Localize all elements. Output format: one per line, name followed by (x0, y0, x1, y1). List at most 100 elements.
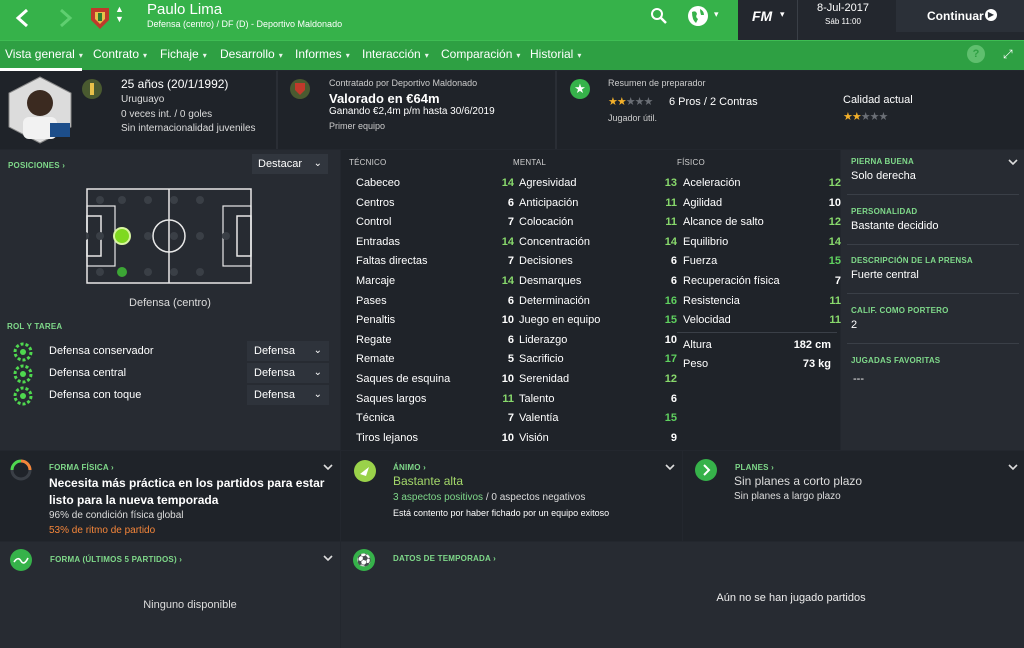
attribute-value: 10 (501, 314, 514, 327)
attribute-name[interactable]: Colocación (519, 213, 573, 232)
role-name[interactable]: Defensa conservador (49, 345, 154, 357)
positions-title[interactable]: POSICIONES › (8, 161, 65, 170)
globe-chevron-icon[interactable]: ▾ (714, 9, 719, 20)
coach-summary: Jugador útil. (608, 113, 658, 123)
attribute-value: 15 (664, 412, 677, 425)
attribute-name[interactable]: Fuerza (683, 252, 717, 271)
attribute-name[interactable]: Concentración (519, 233, 590, 252)
attribute-name[interactable]: Talento (519, 390, 554, 409)
fitness-gauge-icon (10, 459, 32, 481)
help-icon[interactable]: ? (967, 45, 985, 63)
attribute-name[interactable]: Remate (356, 350, 395, 369)
attribute-name[interactable]: Entradas (356, 233, 400, 252)
attribute-value: 13 (664, 177, 677, 189)
attribute-name[interactable]: Equilibrio (683, 233, 728, 252)
ability-stars: ★★★★★ (843, 111, 888, 123)
contracted-by[interactable]: Contratado por Deportivo Maldonado (329, 78, 477, 88)
tab-reports[interactable]: Informes ▾ (290, 41, 350, 71)
globe-icon[interactable] (688, 6, 708, 26)
tab-development[interactable]: Desarrollo ▾ (215, 41, 283, 71)
attribute-name[interactable]: Marcaje (356, 272, 395, 291)
attribute-name[interactable]: Decisiones (519, 252, 573, 271)
attribute-name[interactable]: Serenidad (519, 370, 569, 389)
attribute-name[interactable]: Centros (356, 194, 395, 213)
attribute-name[interactable]: Técnica (356, 409, 395, 428)
form-title[interactable]: FORMA (ÚLTIMOS 5 PARTIDOS) › (50, 555, 182, 564)
continue-label: Continuar (927, 9, 984, 23)
attribute-name[interactable]: Saques largos (356, 390, 426, 409)
game-date: 8-Jul-2017 (817, 2, 869, 14)
attribute-name[interactable]: Cabeceo (356, 174, 400, 193)
attribute-name[interactable]: Tiros lejanos (356, 429, 418, 448)
attribute-name[interactable]: Penaltis (356, 311, 395, 330)
attribute-name[interactable]: Juego en equipo (519, 311, 600, 330)
player-switch-icon[interactable]: ▲ ▼ (115, 4, 124, 24)
attribute-name[interactable]: Pases (356, 292, 387, 311)
role-name[interactable]: Defensa central (49, 367, 126, 379)
tab-comparison[interactable]: Comparación ▾ (436, 41, 520, 71)
attribute-name[interactable]: Agilidad (683, 194, 722, 213)
tab-label: Desarrollo (220, 47, 275, 61)
fm-menu-chevron-icon[interactable]: ▾ (780, 9, 785, 20)
squad-status: Primer equipo (329, 121, 386, 131)
fm-logo[interactable]: FM (752, 8, 772, 24)
expand-icon[interactable]: ⤢ (1003, 47, 1013, 62)
attribute-name[interactable]: Desmarques (519, 272, 581, 291)
attribute-name[interactable]: Alcance de salto (683, 213, 764, 232)
attribute-name[interactable]: Sacrificio (519, 350, 564, 369)
play-icon: ▶ (985, 9, 997, 21)
role-suitability-icon (13, 386, 33, 406)
fitness-title[interactable]: FORMA FÍSICA › (49, 463, 114, 472)
tab-contract[interactable]: Contrato ▾ (88, 41, 147, 71)
duty-label: Defensa (254, 367, 295, 379)
chevron-down-icon[interactable] (1007, 154, 1019, 172)
role-name[interactable]: Defensa con toque (49, 389, 141, 401)
player-nationality[interactable]: Uruguayo (121, 94, 164, 105)
chevron-down-icon[interactable] (322, 550, 334, 568)
duty-dropdown[interactable]: Defensa ⌄ (247, 363, 329, 383)
attribute-name[interactable]: Regate (356, 331, 391, 350)
chevron-down-icon[interactable] (664, 459, 676, 477)
duty-dropdown[interactable]: Defensa ⌄ (247, 385, 329, 405)
chevron-down-icon[interactable] (1007, 459, 1019, 477)
attribute-name[interactable]: Valentía (519, 409, 559, 428)
divider (276, 71, 278, 149)
attribute-name[interactable]: Agresividad (519, 174, 576, 193)
search-icon[interactable] (650, 7, 668, 25)
divider (847, 293, 1019, 294)
player-subtitle: Defensa (centro) / DF (D) - Deportivo Ma… (147, 19, 343, 29)
attribute-value: 5 (507, 353, 514, 366)
attribute-name[interactable]: Anticipación (519, 194, 578, 213)
negative-aspects[interactable]: 0 aspectos negativos (491, 492, 585, 503)
attribute-name[interactable]: Determinación (519, 292, 590, 311)
attribute-name[interactable]: Velocidad (683, 311, 731, 330)
tab-transfer[interactable]: Fichaje ▾ (155, 41, 207, 71)
attribute-name[interactable]: Aceleración (683, 174, 740, 193)
season-stats-title[interactable]: DATOS DE TEMPORADA › (393, 554, 496, 563)
attribute-name[interactable]: Faltas directas (356, 252, 428, 271)
tab-overview[interactable]: Vista general ▾ (0, 41, 83, 71)
gk-rating: 2 (851, 319, 858, 331)
morale-title[interactable]: ÁNIMO › (393, 463, 426, 472)
pros-cons[interactable]: 6 Pros / 2 Contras (669, 96, 758, 108)
forward-arrow-icon[interactable] (56, 8, 74, 28)
attribute-name[interactable]: Visión (519, 429, 549, 448)
attribute-value: 14 (501, 235, 514, 248)
attribute-value: 11 (665, 216, 677, 229)
positive-aspects[interactable]: 3 aspectos positivos (393, 492, 483, 503)
plans-title[interactable]: PLANES › (735, 463, 774, 472)
tab-interaction[interactable]: Interacción ▾ (357, 41, 429, 71)
attribute-name[interactable]: Control (356, 213, 391, 232)
duty-dropdown[interactable]: Defensa ⌄ (247, 341, 329, 361)
pitch-diagram (81, 188, 252, 284)
attribute-name[interactable]: Resistencia (683, 292, 740, 311)
continue-button[interactable]: Continuar ▶ (896, 0, 1024, 32)
attribute-value: 10 (828, 196, 841, 209)
highlight-dropdown[interactable]: Destacar ⌄ (252, 154, 328, 174)
morale-icon (354, 460, 376, 482)
attribute-name[interactable]: Liderazgo (519, 331, 567, 350)
back-arrow-icon[interactable] (14, 8, 32, 28)
attribute-name[interactable]: Saques de esquina (356, 370, 450, 389)
attribute-name[interactable]: Recuperación física (683, 272, 780, 291)
tab-history[interactable]: Historial ▾ (525, 41, 581, 71)
